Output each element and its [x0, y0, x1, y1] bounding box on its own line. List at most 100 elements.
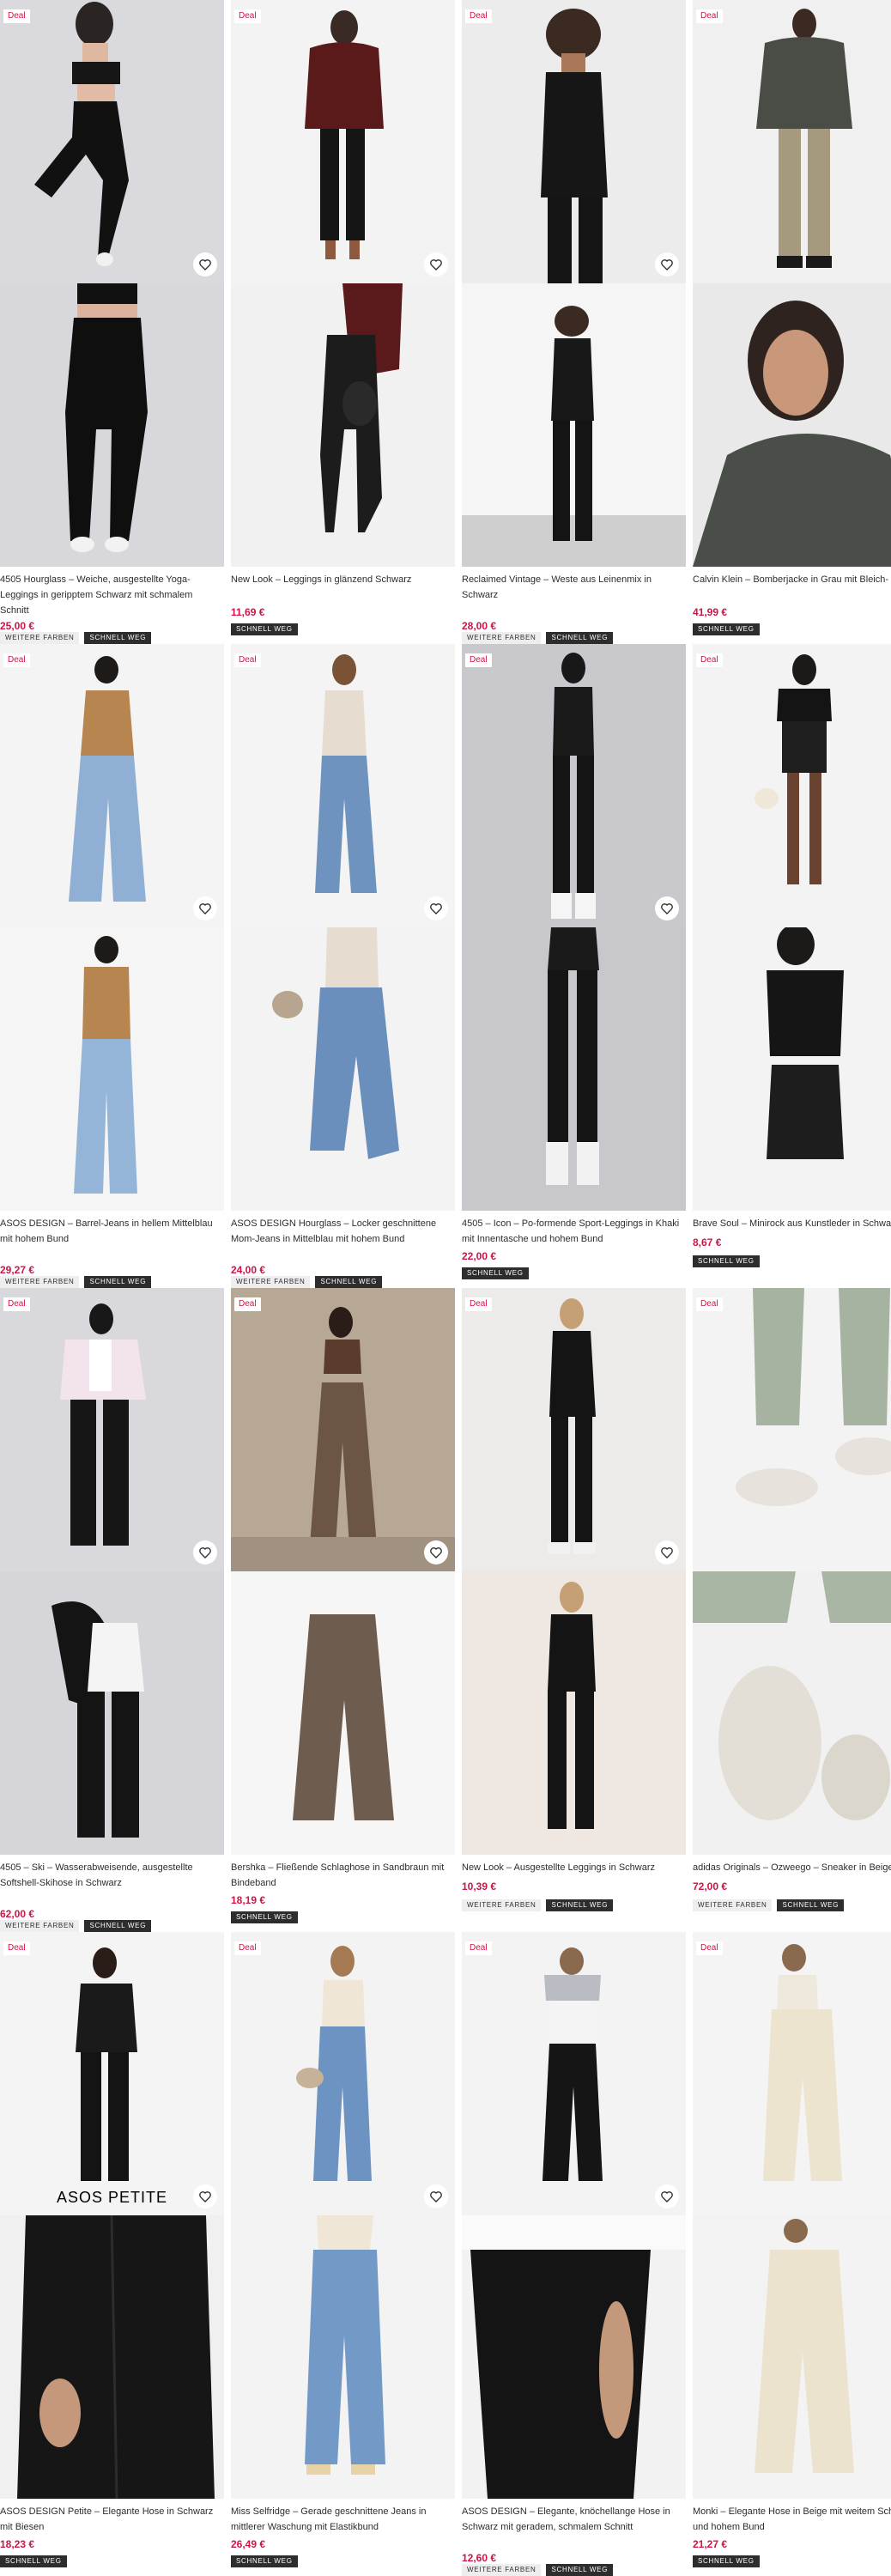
product-image-alt[interactable]	[693, 927, 891, 1211]
product-image[interactable]: Deal	[462, 1932, 686, 2215]
fast-shipping-tag: SCHNELL WEG	[462, 1267, 529, 1279]
product-image[interactable]: Deal	[0, 0, 224, 283]
product-title[interactable]: Bershka – Fließende Schlaghose in Sandbr…	[231, 1860, 454, 1891]
heart-icon	[430, 1547, 442, 1558]
product-card[interactable]: Deal ASOS DESIGN – Barrel-Jeans in helle…	[0, 644, 224, 1288]
asos-petite-logo: ASOS PETITE	[56, 2189, 168, 2206]
product-image-alt[interactable]	[231, 1571, 455, 1855]
save-for-later-button[interactable]	[193, 2184, 217, 2208]
more-colours-tag[interactable]: WEITERE FARBEN	[0, 1920, 80, 1932]
product-image-alt[interactable]	[462, 2215, 686, 2499]
product-image[interactable]: Deal	[231, 644, 455, 927]
product-title[interactable]: New Look – Ausgestellte Leggings in Schw…	[462, 1860, 685, 1875]
product-image[interactable]: Deal	[231, 0, 455, 283]
product-image[interactable]: Deal	[462, 644, 686, 927]
product-title[interactable]: ASOS DESIGN Hourglass – Locker geschnitt…	[231, 1216, 454, 1247]
save-for-later-button[interactable]	[193, 896, 217, 920]
save-for-later-button[interactable]	[424, 2184, 448, 2208]
deal-badge: Deal	[3, 653, 30, 667]
product-title[interactable]: ASOS DESIGN Petite – Elegante Hose in Sc…	[0, 2504, 223, 2535]
deal-badge: Deal	[696, 653, 723, 667]
product-image-alt[interactable]	[693, 1571, 891, 1855]
more-colours-tag[interactable]: WEITERE FARBEN	[0, 632, 80, 644]
product-card[interactable]: Deal Miss Selfridge – Gerade geschnitten…	[231, 1932, 455, 2576]
product-card[interactable]: Deal New Look – Leggings in glänzend Sch…	[231, 0, 455, 644]
more-colours-tag[interactable]: WEITERE FARBEN	[693, 1899, 773, 1911]
deal-badge: Deal	[3, 1941, 30, 1955]
product-card[interactable]: Deal ASOS PETITE ASOS DESIGN Petite – El…	[0, 1932, 224, 2576]
product-image-alt[interactable]	[0, 2215, 224, 2499]
product-title[interactable]: Miss Selfridge – Gerade geschnittene Jea…	[231, 2504, 454, 2535]
product-image[interactable]: Deal	[693, 0, 891, 283]
product-tags: WEITERE FARBEN SCHNELL WEG	[0, 632, 152, 644]
product-image-alt[interactable]	[0, 927, 224, 1211]
product-image[interactable]: Deal	[0, 1288, 224, 1571]
product-image-alt[interactable]	[462, 283, 686, 567]
heart-icon	[199, 903, 211, 914]
product-image[interactable]: Deal	[693, 644, 891, 927]
product-card[interactable]: Deal 4505 Hourglass – Weiche, ausgestell…	[0, 0, 224, 644]
product-image-alt[interactable]	[231, 283, 455, 567]
product-title[interactable]: adidas Originals – Ozweego – Sneaker in …	[693, 1860, 891, 1875]
fast-shipping-tag: SCHNELL WEG	[693, 2555, 760, 2567]
save-for-later-button[interactable]	[655, 1540, 679, 1564]
product-image[interactable]: Deal	[693, 1288, 891, 1571]
product-price: 18,19 €	[231, 1894, 266, 1906]
product-image-alt[interactable]	[0, 283, 224, 567]
more-colours-tag[interactable]: WEITERE FARBEN	[231, 1276, 311, 1288]
product-tags: SCHNELL WEG	[231, 623, 298, 635]
product-title[interactable]: 4505 – Ski – Wasserabweisende, ausgestel…	[0, 1860, 223, 1891]
product-title[interactable]: Brave Soul – Minirock aus Kunstleder in …	[693, 1216, 891, 1231]
product-image[interactable]: Deal ASOS PETITE	[0, 1932, 224, 2215]
product-image-alt[interactable]	[231, 927, 455, 1211]
save-for-later-button[interactable]	[424, 896, 448, 920]
product-card[interactable]: Deal ASOS DESIGN – Elegante, knöchellang…	[462, 1932, 686, 2576]
product-card[interactable]: Deal Bershka – Fließende Schlaghose in S…	[231, 1288, 455, 1932]
product-card[interactable]: Deal ASOS DESIGN Hourglass – Locker gesc…	[231, 644, 455, 1288]
product-image-alt[interactable]	[462, 927, 686, 1211]
more-colours-tag[interactable]: WEITERE FARBEN	[0, 1276, 80, 1288]
product-card[interactable]: Deal 4505 – Icon – Po-formende Sport-Leg…	[462, 644, 686, 1288]
more-colours-tag[interactable]: WEITERE FARBEN	[462, 1899, 542, 1911]
product-card[interactable]: Deal 4505 – Ski – Wasserabweisende, ausg…	[0, 1288, 224, 1932]
product-title[interactable]: 4505 Hourglass – Weiche, ausgestellte Yo…	[0, 572, 223, 618]
product-card[interactable]: Deal New Look – Ausgestellte Leggings in…	[462, 1288, 686, 1932]
product-image-alt[interactable]	[231, 2215, 455, 2499]
product-image[interactable]: Deal	[462, 1288, 686, 1571]
product-image[interactable]: Deal	[693, 1932, 891, 2215]
product-image[interactable]: Deal	[231, 1932, 455, 2215]
product-title[interactable]: Monki – Elegante Hose in Beige mit weite…	[693, 2504, 891, 2535]
product-title[interactable]: 4505 – Icon – Po-formende Sport-Leggings…	[462, 1216, 685, 1247]
product-image-alt[interactable]	[0, 1571, 224, 1855]
save-for-later-button[interactable]	[193, 252, 217, 276]
product-image-alt[interactable]	[462, 1571, 686, 1855]
product-tags: SCHNELL WEG	[693, 1255, 760, 1267]
deal-badge: Deal	[3, 1297, 30, 1311]
product-card[interactable]: Deal Reclaimed Vintage – Weste aus Leine…	[462, 0, 686, 644]
save-for-later-button[interactable]	[655, 2184, 679, 2208]
heart-icon	[430, 2191, 442, 2202]
product-image[interactable]: Deal	[231, 1288, 455, 1571]
deal-badge: Deal	[3, 9, 30, 23]
save-for-later-button[interactable]	[424, 1540, 448, 1564]
product-image-alt[interactable]	[693, 2215, 891, 2499]
save-for-later-button[interactable]	[193, 1540, 217, 1564]
product-image-alt[interactable]	[693, 283, 891, 567]
save-for-later-button[interactable]	[655, 252, 679, 276]
product-title[interactable]: ASOS DESIGN – Barrel-Jeans in hellem Mit…	[0, 1216, 223, 1247]
more-colours-tag[interactable]: WEITERE FARBEN	[462, 632, 542, 644]
product-title[interactable]: ASOS DESIGN – Elegante, knöchellange Hos…	[462, 2504, 685, 2535]
more-colours-tag[interactable]: WEITERE FARBEN	[462, 2564, 542, 2576]
product-card[interactable]: Deal Brave Soul – Minirock aus Kunstlede…	[693, 644, 891, 1288]
product-title[interactable]: Reclaimed Vintage – Weste aus Leinenmix …	[462, 572, 685, 603]
product-card[interactable]: Deal Monki – Elegante Hose in Beige mit …	[693, 1932, 891, 2576]
product-title[interactable]: Calvin Klein – Bomberjacke in Grau mit B…	[693, 572, 891, 587]
product-card[interactable]: Deal adidas Originals – Ozweego – Sneake…	[693, 1288, 891, 1932]
product-image[interactable]: Deal	[462, 0, 686, 283]
product-price: 18,23 €	[0, 2538, 35, 2550]
product-card[interactable]: Deal Calvin Klein – Bomberjacke in Grau …	[693, 0, 891, 644]
save-for-later-button[interactable]	[424, 252, 448, 276]
product-image[interactable]: Deal	[0, 644, 224, 927]
product-title[interactable]: New Look – Leggings in glänzend Schwarz	[231, 572, 454, 587]
save-for-later-button[interactable]	[655, 896, 679, 920]
